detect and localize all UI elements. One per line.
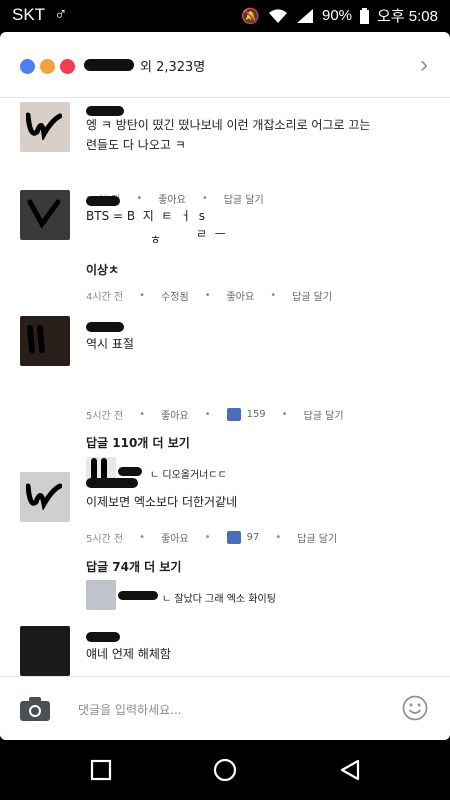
comment-text-fragment: ㅎ [150,233,162,247]
avatar[interactable] [20,472,70,522]
avatar[interactable] [20,626,70,676]
mute-icon: 🔕 [241,7,260,25]
comment-time: 4시간 전 [86,292,124,303]
comment-time: 5시간 전 [86,534,124,545]
battery-icon [360,7,370,24]
angry-reaction-icon [38,57,57,76]
redacted-name [118,467,142,476]
avatar[interactable] [20,190,70,240]
reply-button[interactable]: 답글 달기 [297,530,337,545]
edited-label: 수정됨 [161,292,189,303]
avatar[interactable] [20,316,70,366]
sticker-icon[interactable] [402,695,428,721]
comment-input-bar: 댓글을 입력하세요... [0,676,450,740]
battery-percent: 90% [322,7,353,24]
reply-button[interactable]: 답글 달기 [304,407,344,422]
signal-icon [297,8,313,23]
comment-text: BTS = B 지 ㅌ ㅓ s [86,209,205,223]
redacted-name [86,478,138,488]
comment-text-fragment: ㄹ ㅡ [196,227,226,241]
comments-panel: 외 2,323명 › 엥 ㅋ 방탄이 떴긴 떴나보네 이런 개잡소리로 어그로 … [0,32,450,740]
reply-text: ㄴ 디오올거너ㄷㄷ [150,470,227,481]
carrier-label: SKT [12,5,46,24]
redacted-name [118,591,158,600]
camera-icon[interactable] [20,697,50,721]
avatar[interactable] [20,102,70,152]
recents-button[interactable] [89,758,113,782]
comment-text: 이제보면 엑소보다 더한거같네 [86,495,238,509]
view-more-replies[interactable]: 답글 110개 더 보기 [86,434,190,451]
comment-text-fragment: 이상ㅊ [86,263,120,277]
reactions-summary[interactable]: 외 2,323명 › [0,32,450,98]
home-button[interactable] [213,758,237,782]
redacted-name [86,632,120,642]
comment-time: 5시간 전 [86,411,124,422]
messenger-icon: ♂ [54,4,68,24]
redacted-name [86,322,124,332]
clock: 오후 5:08 [377,8,438,25]
reply-button[interactable]: 답글 달기 [292,288,332,303]
status-bar: SKT ♂ 🔕 90% 오후 5:08 [0,0,450,30]
like-count: 97 [246,532,260,543]
comment-input[interactable]: 댓글을 입력하세요... [78,701,182,718]
comment-text: 역시 표절 [86,337,134,351]
like-button[interactable]: 좋아요 [161,407,189,422]
love-reaction-icon [58,57,77,76]
redacted-name [86,196,120,206]
like-button[interactable]: 좋아요 [227,288,255,303]
thumbs-up-icon [226,531,241,544]
reply-button[interactable]: 답글 달기 [224,191,264,206]
android-nav-bar [0,740,450,800]
like-button[interactable]: 좋아요 [158,191,186,206]
reply-text: ㄴ 잘났다 그래 엑소 화이팅 [162,594,276,605]
reply-avatar[interactable] [86,580,116,610]
like-count: 159 [246,409,266,420]
like-reaction-icon [18,57,37,76]
like-button[interactable]: 좋아요 [161,530,189,545]
comment-text: 엥 ㅋ 방탄이 떴긴 떴나보네 이런 개잡소리로 어그로 끄는 련들도 다 나오… [86,118,371,152]
thumbs-up-icon [226,408,241,421]
chevron-right-icon[interactable]: › [420,51,428,79]
redacted-name [84,59,134,71]
reaction-count: 외 2,323명 [140,60,206,75]
view-more-replies[interactable]: 답글 74개 더 보기 [86,558,181,575]
wifi-icon [269,8,287,23]
comment-text: 얘네 언제 해체함 [86,647,171,661]
back-button[interactable] [338,758,362,782]
